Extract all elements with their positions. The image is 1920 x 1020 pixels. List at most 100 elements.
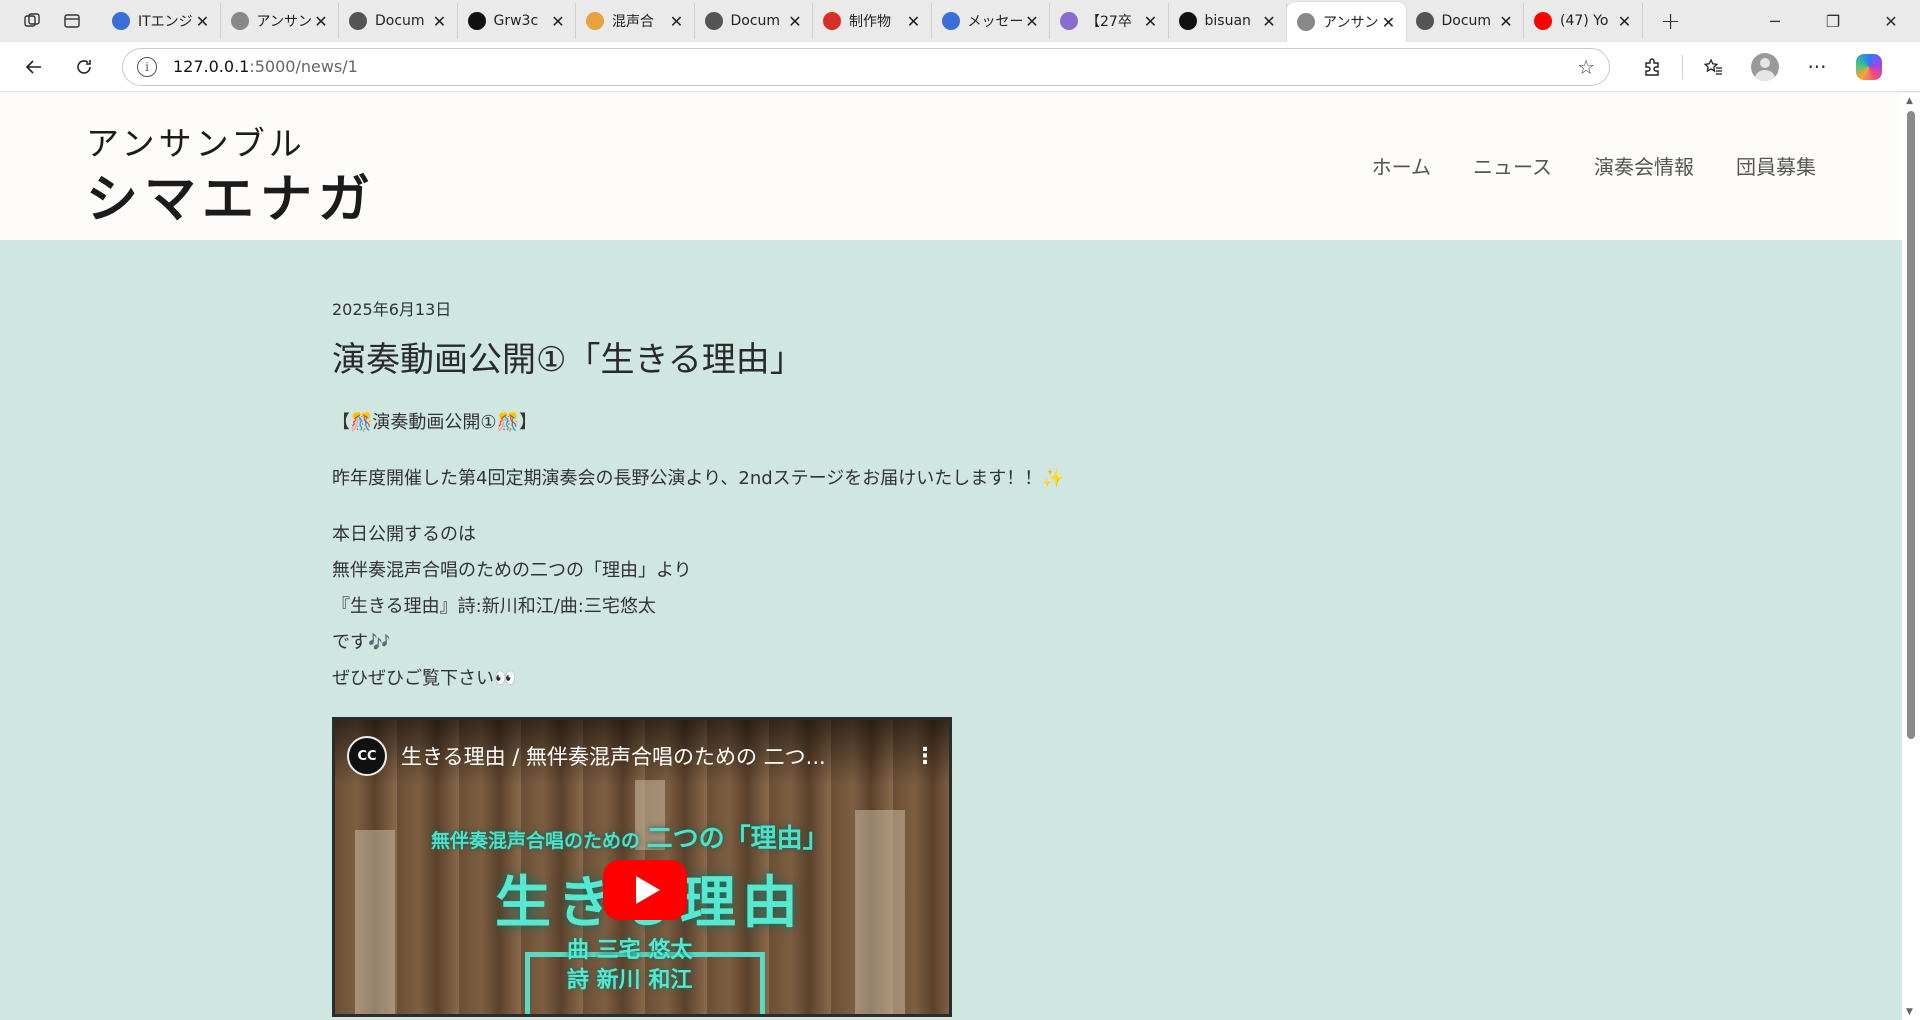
address-bar[interactable]: i 127.0.0.1:5000/news/1 ☆ <box>122 47 1610 86</box>
logo-text-bottom: シマエナガ <box>86 170 377 230</box>
sparkle-icon <box>586 12 604 30</box>
tab-label: (47) Yo <box>1560 13 1609 29</box>
minimize-button[interactable]: ─ <box>1746 0 1804 42</box>
browser-tab[interactable]: メッセー ✕ <box>932 3 1050 39</box>
tab-close-icon[interactable]: ✕ <box>549 12 567 31</box>
scroll-down-icon[interactable]: ▼ <box>1906 1007 1913 1017</box>
youtube-embed[interactable]: CC 生きる理由 / 無伴奏混声合唱のための 二つ... ⋮ 無伴奏混声合唱のた… <box>332 717 952 1017</box>
browser-tab[interactable]: (47) Yo ✕ <box>1524 3 1643 39</box>
tab-label: ITエンジ <box>138 14 193 30</box>
site-info-icon[interactable]: i <box>137 56 157 77</box>
globe-icon <box>1415 12 1434 30</box>
tab-close-icon[interactable]: ✕ <box>786 12 804 31</box>
site-header: アンサンブル シマエナガ ホーム ニュース 演奏会情報 団員募集 <box>0 93 1902 240</box>
toolbar-divider <box>1682 54 1683 79</box>
body-line: 本日公開するのは <box>332 524 476 545</box>
github-icon <box>1178 12 1197 30</box>
tab-close-icon[interactable]: ✕ <box>1260 12 1278 31</box>
tab-label: Docum <box>730 13 781 29</box>
more-menu-icon[interactable]: ··· <box>1797 47 1837 87</box>
article-heading-line: 【🎊演奏動画公開①🎊】 <box>332 412 537 433</box>
channel-avatar[interactable]: CC <box>347 736 387 776</box>
nav-home[interactable]: ホーム <box>1372 151 1431 180</box>
thumbnail-credit-composer: 曲 三宅 悠太 <box>567 938 693 963</box>
tab-close-icon[interactable]: ✕ <box>1497 12 1515 31</box>
tab-actions-icon[interactable] <box>52 3 92 39</box>
tab-close-icon[interactable]: ✕ <box>1023 12 1041 31</box>
tab-label: アンサン <box>1323 15 1379 31</box>
browser-tab[interactable]: Docum ✕ <box>695 3 813 39</box>
tab-label: bisuan <box>1204 13 1251 29</box>
avatar <box>1751 52 1779 81</box>
extensions-icon[interactable] <box>1632 47 1672 87</box>
browser-tab[interactable]: Docum ✕ <box>1406 3 1524 39</box>
body-line: 無伴奏混声合唱のための二つの「理由」より <box>332 560 692 581</box>
browser-tab[interactable]: 混声合 ✕ <box>576 3 695 39</box>
tab-strip: ITエンジ ✕ アンサン ✕ Docum ✕ Grw3c ✕ 混声合 ✕ Docum ✕ 制作物 ✕ メッセ… <box>0 0 1920 42</box>
nav-recruit[interactable]: 団員募集 <box>1736 151 1816 180</box>
url-path: :5000/news/1 <box>249 57 358 76</box>
page-viewport: アンサンブル シマエナガ ホーム ニュース 演奏会情報 団員募集 2025年6月… <box>0 93 1902 1020</box>
browser-tab[interactable]: ITエンジ ✕ <box>102 3 221 39</box>
browser-tab[interactable]: 【27卒 ✕ <box>1050 3 1169 39</box>
tab-label: メッセー <box>967 14 1024 30</box>
page-scrollbar[interactable]: ▲ ▼ <box>1902 93 1920 1020</box>
article-date: 2025年6月13日 <box>332 300 452 319</box>
new-tab-button[interactable]: + <box>1651 3 1691 39</box>
thumbnail-subtitle-small: 無伴奏混声合唱のための <box>431 830 641 852</box>
nav-concerts[interactable]: 演奏会情報 <box>1594 151 1694 180</box>
restore-button[interactable]: ❐ <box>1804 0 1862 42</box>
edge-icon <box>112 12 130 30</box>
nav-news[interactable]: ニュース <box>1473 151 1552 180</box>
browser-tab[interactable]: Docum ✕ <box>339 3 458 39</box>
tab-label: アンサン <box>256 14 312 30</box>
body-line: ぜひぜひご覧下さい👀 <box>332 668 517 689</box>
thumbnail-figure <box>355 830 395 1014</box>
site-logo-icon <box>230 12 249 30</box>
copilot-icon[interactable] <box>1849 47 1889 87</box>
video-title[interactable]: 生きる理由 / 無伴奏混声合唱のための 二つ... <box>401 741 913 771</box>
browser-tab[interactable]: bisuan ✕ <box>1169 3 1287 39</box>
body-line: です🎶 <box>332 632 391 653</box>
browser-tab[interactable]: アンサン ✕ <box>1287 2 1406 42</box>
tab-close-icon[interactable]: ✕ <box>194 12 212 31</box>
back-button[interactable] <box>14 47 54 87</box>
browser-tab[interactable]: Grw3c ✕ <box>458 3 576 39</box>
globe-icon <box>349 12 367 30</box>
play-button[interactable] <box>603 860 687 920</box>
url-host: 127.0.0.1 <box>173 57 250 76</box>
browser-tab[interactable]: 制作物 ✕ <box>813 3 932 39</box>
video-header: CC 生きる理由 / 無伴奏混声合唱のための 二つ... ⋮ <box>335 720 949 792</box>
tab-close-icon[interactable]: ✕ <box>431 12 449 31</box>
favorite-star-icon[interactable]: ☆ <box>1577 55 1595 79</box>
body-line: 『生きる理由』詩:新川和江/曲:三宅悠太 <box>332 596 656 617</box>
tab-label: Grw3c <box>493 13 539 29</box>
tab-close-icon[interactable]: ✕ <box>1380 13 1398 32</box>
site-logo[interactable]: アンサンブル シマエナガ <box>86 117 376 230</box>
video-more-icon[interactable]: ⋮ <box>913 744 937 769</box>
thumbnail-figure <box>855 810 905 1014</box>
tab-close-icon[interactable]: ✕ <box>1142 12 1160 31</box>
reload-button[interactable] <box>64 47 104 87</box>
close-window-button[interactable]: ✕ <box>1862 0 1920 42</box>
tab-label: 混声合 <box>612 14 654 30</box>
main-nav: ホーム ニュース 演奏会情報 団員募集 <box>1372 151 1816 180</box>
thumbnail-credit-lyricist: 詩 新川 和江 <box>567 968 693 993</box>
thumbnail-credits: 曲 三宅 悠太 詩 新川 和江 <box>567 936 692 996</box>
scroll-up-icon[interactable]: ▲ <box>1906 96 1913 106</box>
tab-close-icon[interactable]: ✕ <box>668 12 686 31</box>
site-logo-icon <box>1297 13 1315 31</box>
workspaces-icon[interactable] <box>12 3 52 39</box>
scrollbar-thumb[interactable] <box>1907 111 1915 739</box>
article-body: 本日公開するのは 無伴奏混声合唱のための二つの「理由」より 『生きる理由』詩:新… <box>332 517 1532 697</box>
tab-label: Docum <box>375 13 425 29</box>
browser-tab[interactable]: アンサン ✕ <box>221 3 339 39</box>
tab-close-icon[interactable]: ✕ <box>1616 12 1634 31</box>
tab-close-icon[interactable]: ✕ <box>312 12 330 31</box>
window-controls: ─ ❐ ✕ <box>1746 0 1920 42</box>
tab-close-icon[interactable]: ✕ <box>905 12 923 31</box>
favorites-icon[interactable] <box>1693 47 1733 87</box>
browser-toolbar: i 127.0.0.1:5000/news/1 ☆ ··· <box>0 42 1920 92</box>
profile-button[interactable] <box>1745 47 1785 87</box>
tab-label: 制作物 <box>849 14 891 30</box>
